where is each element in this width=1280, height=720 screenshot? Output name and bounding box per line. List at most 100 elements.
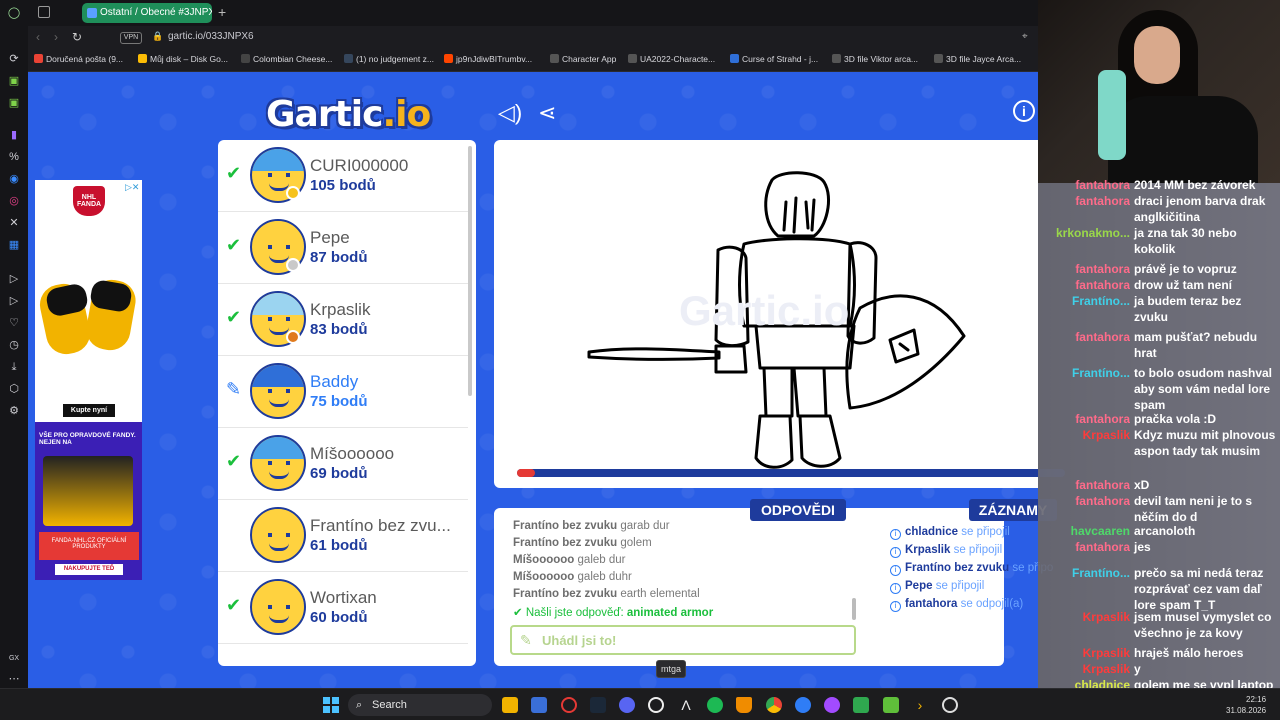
info-icon: i — [890, 547, 901, 558]
guess-input[interactable]: ✎ Uhádl jsi to! — [510, 625, 856, 655]
player-row[interactable]: ✔ Pepe 87 bodů — [218, 212, 468, 284]
taskbar-search[interactable]: ⌕ Search — [348, 694, 492, 716]
player-points: 61 bodů — [310, 537, 368, 554]
bookmark-item[interactable]: UA2022-Characte... — [628, 54, 715, 64]
opera-icon[interactable] — [561, 697, 577, 713]
browser-tab[interactable]: Ostatní / Obecné #3JNPX6 — [82, 3, 212, 23]
browser-sidebar: ◯ ⟳ ▣ ▣ ▮ % ◉ ◎ ✕ ▦ ▷ ▷ ♡ ◷ ⤓ ⬡ ⚙ GX ⋯ — [0, 0, 28, 688]
answer-line: Míšoooooo galeb dur — [513, 554, 626, 566]
gx-icon[interactable]: GX — [7, 652, 21, 666]
taskbar: ⌕ Search Λ › 22:16 31.08.2026 — [0, 688, 1280, 720]
bookmark-item[interactable]: Curse of Strahd - j... — [730, 54, 818, 64]
mtga-icon[interactable]: Λ — [678, 697, 694, 713]
bookmark-item[interactable]: Můj disk – Disk Go... — [138, 54, 228, 64]
log-line: i Krpaslik se připojil — [890, 544, 1002, 558]
app-icon[interactable]: ▣ — [7, 74, 21, 88]
clock[interactable]: 22:16 31.08.2026 — [1226, 694, 1266, 716]
forward-icon[interactable]: › — [54, 30, 58, 44]
facebook-icon[interactable]: ▦ — [7, 238, 21, 252]
ad-promo: VŠE PRO OPRAVDOVÉ FANDY. NEJEN NA — [39, 432, 136, 446]
history-icon[interactable]: ◷ — [7, 338, 21, 352]
discord-icon[interactable] — [619, 697, 635, 713]
save-app-icon[interactable] — [531, 697, 547, 713]
plex-icon[interactable]: › — [912, 697, 928, 713]
settings-taskbar-icon[interactable] — [942, 697, 958, 713]
jersey-image — [43, 456, 133, 526]
bookmark-item[interactable]: Doručená pošta (9... — [34, 54, 123, 64]
vpn-badge[interactable]: VPN — [120, 32, 142, 44]
bookmark-item[interactable]: 3D file Viktor arca... — [832, 54, 918, 64]
answer-line: Frantíno bez zvuku garab dur — [513, 520, 670, 532]
percent-icon[interactable]: % — [7, 150, 21, 164]
reload-icon[interactable]: ↻ — [72, 30, 82, 44]
ad-cta-button[interactable]: Kupte nyní — [63, 404, 115, 417]
check-icon: ✔ — [226, 307, 242, 327]
chat-username: fantahora — [1075, 494, 1130, 508]
excel-icon[interactable] — [853, 697, 869, 713]
ad-cta-button-2[interactable]: NAKUPUJTE TEĎ — [55, 564, 123, 575]
pin-icon[interactable]: ⌖ — [1022, 31, 1028, 42]
pencil-icon: ✎ — [520, 632, 532, 648]
bookmark-item[interactable]: Colombian Cheese... — [241, 54, 332, 64]
player-row[interactable]: ✔ Wortixan 60 bodů — [218, 572, 468, 644]
info-icon: i — [890, 565, 901, 576]
new-tab-icon[interactable]: + — [218, 4, 226, 20]
answers-scrollbar[interactable] — [852, 598, 856, 620]
player-icon[interactable]: ▷ — [7, 272, 21, 286]
bookmark-item[interactable]: Character App — [550, 54, 616, 64]
vlc-icon[interactable] — [736, 697, 752, 713]
more-icon[interactable]: ⋯ — [7, 672, 21, 686]
tab-menu-icon[interactable] — [38, 6, 50, 18]
bookmark-item[interactable]: (1) no judgement z... — [344, 54, 434, 64]
pencil-icon: ✎ — [226, 379, 242, 399]
obs-icon[interactable] — [648, 697, 664, 713]
chat-text: pračka vola :D — [1134, 412, 1217, 426]
player-points: 75 bodů — [310, 393, 368, 410]
x-icon[interactable]: ✕ — [7, 216, 21, 230]
speed-dial-icon[interactable]: ⟳ — [7, 52, 21, 66]
file-explorer-icon[interactable] — [502, 697, 518, 713]
extensions-icon[interactable]: ⬡ — [7, 382, 21, 396]
back-icon[interactable]: ‹ — [36, 30, 40, 44]
messenger-icon[interactable]: ◉ — [7, 172, 21, 186]
spotify-icon[interactable] — [707, 697, 723, 713]
player-row[interactable]: ✔ Krpaslik 83 bodů — [218, 284, 468, 356]
player-row[interactable]: ✔ Míšoooooo 69 bodů — [218, 428, 468, 500]
player-row[interactable]: ✔ CURI000000 105 bodů — [218, 140, 468, 212]
ad-banner[interactable]: NHL FANDA ▷✕ Kupte nyní VŠE PRO OPRAVDOV… — [35, 180, 142, 580]
twitch-icon[interactable]: ▮ — [7, 128, 21, 142]
steam-icon[interactable] — [590, 697, 606, 713]
chat-username: Krpaslik — [1082, 428, 1130, 442]
url-field[interactable]: gartic.io/033JNPX6 — [168, 31, 254, 42]
streamer-shirt — [1108, 96, 1258, 183]
messenger-app-icon[interactable]: ▣ — [7, 96, 21, 110]
chat-username: Frantíno... — [1072, 566, 1130, 580]
player-points: 69 bodů — [310, 465, 368, 482]
share-icon[interactable]: ⋖ — [538, 100, 556, 126]
settings-icon[interactable]: ⚙ — [7, 404, 21, 418]
info-icon[interactable]: i — [1013, 100, 1035, 122]
chat-username: Frantíno... — [1072, 366, 1130, 380]
messenger-taskbar-icon[interactable] — [824, 697, 840, 713]
opera-logo-icon[interactable]: ◯ — [7, 6, 21, 20]
bookmark-item[interactable]: 3D file Jayce Arca... — [934, 54, 1021, 64]
tab-answers[interactable]: ODPOVĚDI — [750, 499, 846, 521]
player-row[interactable]: ✎ Baddy 75 bodů — [218, 356, 468, 428]
play-icon[interactable]: ▷ — [7, 294, 21, 308]
drawing-canvas[interactable]: Gartic.io — [494, 140, 1038, 488]
instagram-icon[interactable]: ◎ — [7, 194, 21, 208]
chrome-icon[interactable] — [766, 697, 782, 713]
download-icon[interactable]: ⤓ — [7, 360, 21, 374]
app-icon-blue[interactable] — [795, 697, 811, 713]
minecraft-icon[interactable] — [883, 697, 899, 713]
sound-icon[interactable]: ◁) — [498, 100, 522, 126]
windows-start-icon[interactable] — [323, 697, 339, 713]
check-icon: ✔ — [226, 163, 242, 183]
chat-username: fantahora — [1075, 540, 1130, 554]
players-scrollbar[interactable] — [468, 146, 472, 396]
bookmark-item[interactable]: jp9nJdiwBITrumbv... — [444, 54, 532, 64]
adchoices-icon[interactable]: ▷✕ — [125, 182, 139, 193]
chat-username: fantahora — [1075, 278, 1130, 292]
player-row[interactable]: Frantíno bez zvu... 61 bodů — [218, 500, 468, 572]
heart-icon[interactable]: ♡ — [7, 316, 21, 330]
